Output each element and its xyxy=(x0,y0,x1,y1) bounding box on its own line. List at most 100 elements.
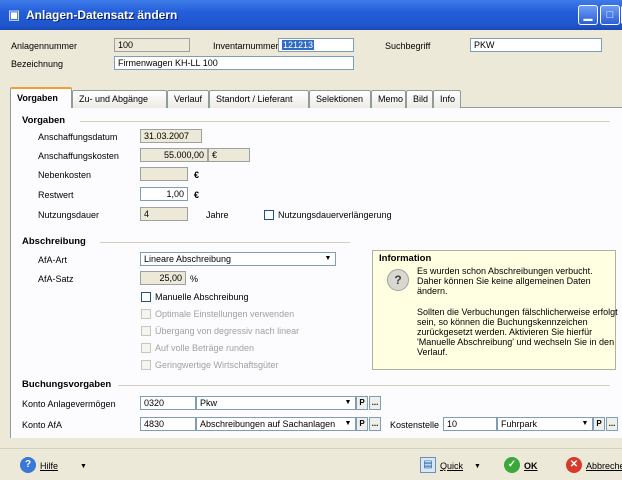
tab-bar: Vorgaben Zu- und Abgänge Verlauf Standor… xyxy=(10,87,622,109)
document-icon: ▤ xyxy=(420,457,436,473)
konto-anlagevermoegen-field[interactable]: 0320 xyxy=(140,396,196,410)
suchbegriff-label: Suchbegriff xyxy=(385,41,431,51)
nebenkosten-currency: € xyxy=(194,170,200,180)
kostenstelle-label: Kostenstelle xyxy=(390,420,440,430)
konto-afa-field[interactable]: 4830 xyxy=(140,417,196,431)
hilfe-label: Hilfe xyxy=(40,461,59,471)
kostenstelle-field[interactable]: 10 xyxy=(443,417,497,431)
suchbegriff-field[interactable]: PKW xyxy=(470,38,602,52)
cancel-icon: ✕ xyxy=(566,457,582,473)
anschaffungskosten-field[interactable]: 55.000,00 xyxy=(140,148,208,162)
tab-selektionen[interactable]: Selektionen xyxy=(309,90,371,108)
kostenstelle-p-button[interactable]: P xyxy=(593,417,605,431)
hilfe-button[interactable]: ? Hilfe ▼ xyxy=(20,457,90,475)
tab-info[interactable]: Info xyxy=(433,90,461,108)
konto-afa-label: Konto AfA xyxy=(22,420,63,430)
restwert-field[interactable]: 1,00 xyxy=(140,187,188,201)
minimize-button[interactable]: ▁ xyxy=(578,5,598,25)
kostenstelle-browse-button[interactable]: ... xyxy=(606,417,618,431)
afa-satz-label: AfA-Satz xyxy=(38,274,74,284)
inventarnummer-value: 121213 xyxy=(282,40,315,50)
section-vorgaben: Vorgaben xyxy=(22,115,66,126)
window-title: Anlagen-Datensatz ändern xyxy=(26,8,178,22)
tab-verlauf[interactable]: Verlauf xyxy=(167,90,209,108)
chevron-down-icon: ▼ xyxy=(324,255,332,262)
konto-anlage-browse-button[interactable]: ... xyxy=(369,396,381,410)
tab-memo[interactable]: Memo xyxy=(371,90,406,108)
optimale-einstellungen-label: Optimale Einstellungen verwenden xyxy=(155,309,295,319)
section-buchungsvorgaben: Buchungsvorgaben xyxy=(22,379,112,390)
restwert-currency: € xyxy=(194,190,200,200)
help-icon: ? xyxy=(20,457,36,473)
anschaffungskosten-label: Anschaffungskosten xyxy=(38,151,119,161)
anschaffungsdatum-label: Anschaffungsdatum xyxy=(38,132,118,142)
konto-anlagevermoegen-name-dropdown[interactable]: Pkw ▼ xyxy=(196,396,356,410)
abbrechen-button[interactable]: ✕ Abbrechen xyxy=(566,457,622,475)
konto-afa-name-dropdown[interactable]: Abschreibungen auf Sachanlagen ▼ xyxy=(196,417,356,431)
chevron-down-icon: ▼ xyxy=(344,399,352,406)
konto-anlagevermoegen-label: Konto Anlagevermögen xyxy=(22,399,116,409)
nutzungsdauerverlaengerung-label: Nutzungsdauerverlängerung xyxy=(278,210,392,220)
nutzungsdauer-field[interactable]: 4 xyxy=(140,207,188,221)
tab-zu-und-abgaenge[interactable]: Zu- und Abgänge xyxy=(72,90,167,108)
quick-button[interactable]: ▤ Quick ▼ xyxy=(420,457,492,475)
anschaffungsdatum-field[interactable]: 31.03.2007 xyxy=(140,129,202,143)
chevron-down-icon: ▼ xyxy=(344,420,352,427)
konto-afa-name: Abschreibungen auf Sachanlagen xyxy=(200,419,336,429)
quick-label: Quick xyxy=(440,461,464,471)
afa-art-dropdown[interactable]: Lineare Abschreibung ▼ xyxy=(140,252,336,266)
afa-art-value: Lineare Abschreibung xyxy=(144,254,232,264)
optimale-einstellungen-checkbox[interactable] xyxy=(141,309,151,319)
kostenstelle-name: Fuhrpark xyxy=(501,419,538,429)
section-divider xyxy=(118,385,610,386)
ok-label: OK xyxy=(524,461,538,471)
restwert-label: Restwert xyxy=(38,190,74,200)
nutzungsdauer-label: Nutzungsdauer xyxy=(38,210,100,220)
title-bar[interactable]: ▣ Anlagen-Datensatz ändern ▁ □ xyxy=(0,0,622,30)
konto-afa-p-button[interactable]: P xyxy=(356,417,368,431)
ok-button[interactable]: ✓ OK xyxy=(504,457,554,475)
inventarnummer-label: Inventarnummer xyxy=(213,41,279,51)
bezeichnung-field[interactable]: Firmenwagen KH-LL 100 xyxy=(114,56,354,70)
volle-betraege-runden-checkbox[interactable] xyxy=(141,343,151,353)
tab-standort-lieferant[interactable]: Standort / Lieferant xyxy=(209,90,309,108)
konto-anlage-p-button[interactable]: P xyxy=(356,396,368,410)
anlagennummer-field[interactable]: 100 xyxy=(114,38,190,52)
chevron-down-icon: ▼ xyxy=(581,420,589,427)
anlagennummer-label: Anlagennummer xyxy=(11,41,78,51)
app-icon: ▣ xyxy=(7,7,21,22)
uebergang-degressiv-linear-checkbox[interactable] xyxy=(141,326,151,336)
tab-vorgaben[interactable]: Vorgaben xyxy=(10,87,72,109)
section-divider xyxy=(80,121,610,122)
information-line: Verlauf. xyxy=(417,347,448,357)
kostenstelle-name-dropdown[interactable]: Fuhrpark ▼ xyxy=(497,417,593,431)
information-box: Information ? Es wurden schon Abschreibu… xyxy=(372,250,618,370)
information-title: Information xyxy=(379,253,432,264)
nebenkosten-label: Nebenkosten xyxy=(38,170,92,180)
inventarnummer-field[interactable]: 121213 xyxy=(278,38,354,52)
section-abschreibung: Abschreibung xyxy=(22,236,86,247)
anschaffungskosten-currency[interactable]: € xyxy=(208,148,250,162)
konto-afa-browse-button[interactable]: ... xyxy=(369,417,381,431)
manuelle-abschreibung-label: Manuelle Abschreibung xyxy=(155,292,249,302)
chevron-down-icon: ▼ xyxy=(80,463,87,470)
afa-satz-field[interactable]: 25,00 xyxy=(140,271,186,285)
tab-bild[interactable]: Bild xyxy=(406,90,433,108)
afa-satz-percent: % xyxy=(190,274,199,284)
nutzungsdauerverlaengerung-checkbox[interactable] xyxy=(264,210,274,220)
maximize-button[interactable]: □ xyxy=(600,5,620,25)
information-line: ändern. xyxy=(417,286,448,296)
geringwertige-wirtschaftsgueter-label: Geringwertige Wirtschaftsgüter xyxy=(155,360,279,370)
jahre-label: Jahre xyxy=(206,210,229,220)
section-divider xyxy=(100,242,350,243)
nebenkosten-field[interactable] xyxy=(140,167,188,181)
afa-art-label: AfA-Art xyxy=(38,255,68,265)
abbrechen-label: Abbrechen xyxy=(586,461,622,471)
manuelle-abschreibung-checkbox[interactable] xyxy=(141,292,151,302)
chevron-down-icon: ▼ xyxy=(474,463,481,470)
info-icon: ? xyxy=(387,269,409,291)
uebergang-degressiv-linear-label: Übergang von degressiv nach linear xyxy=(155,326,300,336)
button-bar: ? Hilfe ▼ ▤ Quick ▼ ✓ OK ✕ Abbrechen xyxy=(0,448,622,480)
geringwertige-wirtschaftsgueter-checkbox[interactable] xyxy=(141,360,151,370)
volle-betraege-runden-label: Auf volle Beträge runden xyxy=(155,343,255,353)
